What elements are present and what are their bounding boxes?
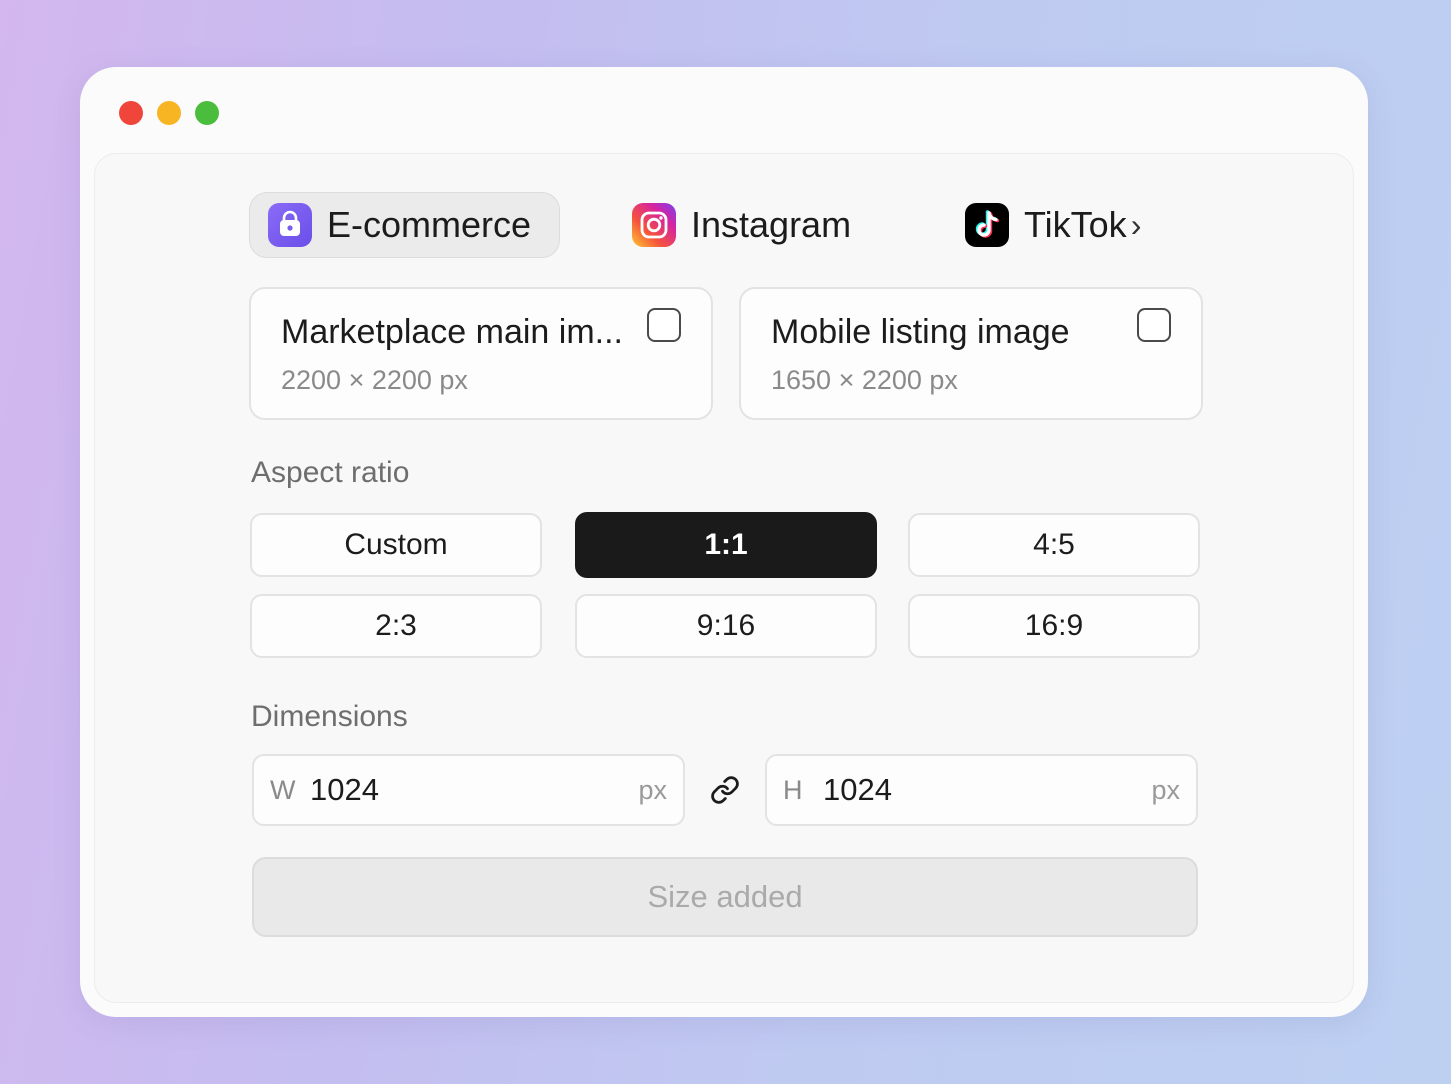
size-added-button[interactable]: Size added [252, 857, 1198, 937]
preset-card-mobile-listing[interactable]: Mobile listing image 1650 × 2200 px [739, 287, 1203, 420]
link-icon[interactable] [707, 772, 743, 808]
maximize-window-button[interactable] [195, 101, 219, 125]
tab-label: Instagram [691, 204, 852, 245]
width-unit: px [638, 775, 667, 805]
minimize-window-button[interactable] [157, 101, 181, 125]
tiktok-icon [964, 202, 1010, 248]
tab-label: TikTok [1024, 204, 1127, 245]
chevron-right-icon[interactable]: › [1131, 207, 1142, 244]
window-controls [119, 101, 219, 125]
ratio-button-1-1[interactable]: 1:1 [575, 512, 877, 578]
preset-size: 1650 × 2200 px [771, 365, 958, 395]
height-input[interactable] [823, 766, 1123, 814]
preset-title: Mobile listing image [771, 313, 1070, 351]
ratio-button-custom[interactable]: Custom [250, 513, 542, 577]
preset-card-marketplace[interactable]: Marketplace main im... 2200 × 2200 px [249, 287, 713, 420]
instagram-icon [631, 202, 677, 248]
preset-size: 2200 × 2200 px [281, 365, 468, 395]
shopping-bag-icon [267, 202, 313, 248]
dimensions-label: Dimensions [251, 700, 408, 733]
size-panel: E-commerce Instagram TikTok › Marketplac… [94, 153, 1354, 1003]
tab-tiktok[interactable]: TikTok › [964, 192, 1141, 258]
tab-instagram[interactable]: Instagram [631, 192, 851, 258]
tab-ecommerce[interactable]: E-commerce [249, 192, 561, 258]
aspect-ratio-label: Aspect ratio [251, 456, 410, 489]
preset-checkbox[interactable] [1137, 308, 1171, 342]
preset-checkbox[interactable] [647, 308, 681, 342]
height-prefix: H [783, 775, 803, 805]
width-field[interactable]: W px [252, 754, 685, 826]
ratio-button-9-16[interactable]: 9:16 [575, 594, 877, 658]
preset-title: Marketplace main im... [281, 313, 623, 351]
height-field[interactable]: H px [765, 754, 1198, 826]
tab-label: E-commerce [327, 204, 532, 245]
app-window: E-commerce Instagram TikTok › Marketplac… [80, 67, 1368, 1017]
ratio-button-2-3[interactable]: 2:3 [250, 594, 542, 658]
ratio-button-4-5[interactable]: 4:5 [908, 513, 1200, 577]
ratio-button-16-9[interactable]: 16:9 [908, 594, 1200, 658]
height-unit: px [1151, 775, 1180, 805]
width-input[interactable] [310, 766, 610, 814]
width-prefix: W [270, 775, 296, 805]
close-window-button[interactable] [119, 101, 143, 125]
platform-tabs: E-commerce Instagram TikTok › [249, 192, 1209, 258]
